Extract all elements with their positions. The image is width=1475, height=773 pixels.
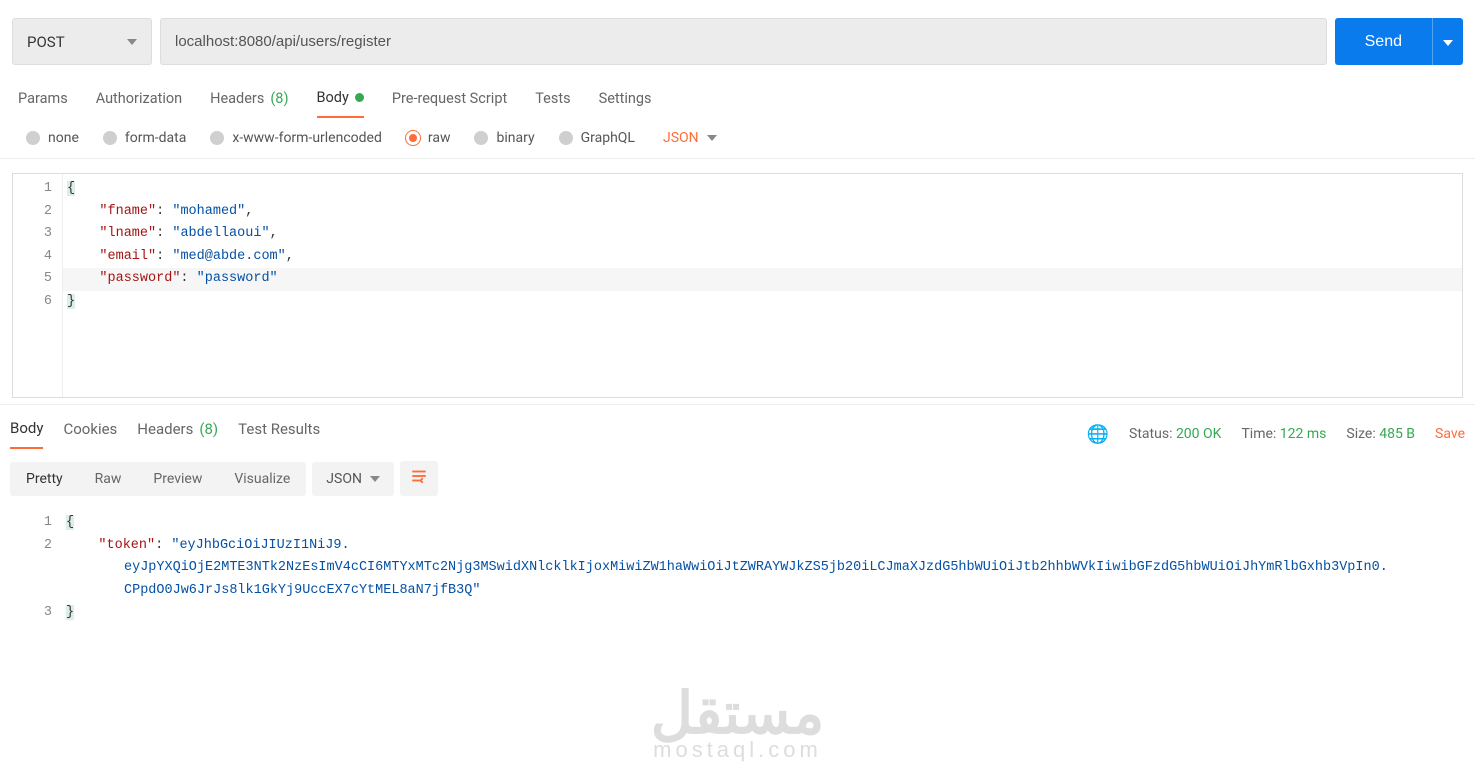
status-label: Status: [1129, 426, 1172, 442]
line-number: 4 [13, 246, 52, 269]
body-indicator-icon [355, 93, 364, 102]
line-number: 2 [12, 535, 52, 558]
chevron-down-icon [370, 476, 380, 482]
body-type-formdata[interactable]: form-data [103, 130, 186, 146]
editor-code-area[interactable]: { "fname": "mohamed", "lname": "abdellao… [63, 174, 1462, 397]
request-tabs: Params Authorization Headers (8) Body Pr… [0, 75, 1475, 118]
body-type-raw-label: raw [428, 130, 451, 146]
response-tab-body[interactable]: Body [10, 419, 43, 449]
response-gutter: 1 2 3 [12, 508, 62, 625]
chevron-down-icon [1443, 40, 1453, 46]
watermark-arabic: مستقل [651, 685, 825, 743]
line-number: 2 [13, 201, 52, 224]
time-value: 122 ms [1280, 426, 1327, 442]
tab-body-label: Body [317, 89, 349, 106]
response-tab-headers[interactable]: Headers (8) [137, 419, 218, 449]
body-type-none[interactable]: none [26, 130, 79, 146]
http-method-select[interactable]: POST [12, 18, 152, 65]
response-meta: 🌐 Status: 200 OK Time: 122 ms Size: 485 … [1087, 424, 1465, 445]
tab-params[interactable]: Params [18, 89, 68, 118]
body-format-label: JSON [663, 130, 699, 146]
body-type-formdata-label: form-data [125, 130, 186, 146]
editor-gutter: 1 2 3 4 5 6 [13, 174, 63, 397]
response-view-group: Pretty Raw Preview Visualize [10, 462, 306, 496]
response-body-viewer[interactable]: 1 2 3 { "token": "eyJhbGciOiJIUzI1NiJ9. … [12, 508, 1463, 625]
code-line: "password": "password" [63, 268, 1462, 291]
code-line: "email": "med@abde.com", [63, 246, 1462, 269]
code-line: { [62, 512, 1463, 535]
line-number: 1 [13, 178, 52, 201]
body-type-graphql-label: GraphQL [581, 130, 635, 146]
code-line: } [62, 602, 1463, 625]
watermark: مستقل mostaql.com [651, 685, 825, 763]
request-body-editor[interactable]: 1 2 3 4 5 6 { "fname": "mohamed", "lname… [12, 173, 1463, 398]
radio-icon [474, 131, 488, 145]
response-tabs: Body Cookies Headers (8) Test Results [10, 419, 320, 449]
radio-icon [559, 131, 573, 145]
body-type-urlencoded[interactable]: x-www-form-urlencoded [210, 130, 382, 146]
response-tab-cookies[interactable]: Cookies [63, 419, 117, 449]
body-type-none-label: none [48, 130, 79, 146]
body-type-urlencoded-label: x-www-form-urlencoded [232, 130, 382, 146]
view-pretty-button[interactable]: Pretty [10, 462, 79, 496]
radio-icon [103, 131, 117, 145]
body-type-raw[interactable]: raw [406, 130, 451, 146]
wrap-icon [410, 467, 428, 485]
send-button[interactable]: Send [1335, 18, 1432, 65]
response-format-select[interactable]: JSON [312, 462, 394, 496]
tab-tests[interactable]: Tests [535, 89, 570, 118]
http-method-label: POST [27, 33, 65, 51]
line-number: 1 [12, 512, 52, 535]
response-code-area: { "token": "eyJhbGciOiJIUzI1NiJ9. eyJpYX… [62, 508, 1463, 625]
wrap-lines-button[interactable] [400, 461, 438, 496]
time-label: Time: [1241, 426, 1276, 442]
code-line: "fname": "mohamed", [63, 201, 1462, 224]
response-headers-count: (8) [199, 420, 218, 438]
url-input[interactable] [160, 18, 1327, 65]
globe-icon[interactable]: 🌐 [1087, 424, 1109, 445]
code-line: "lname": "abdellaoui", [63, 223, 1462, 246]
tab-prerequest[interactable]: Pre-request Script [392, 89, 507, 118]
tab-settings[interactable]: Settings [599, 89, 652, 118]
line-number: 6 [13, 291, 52, 314]
line-number: 5 [13, 268, 52, 291]
body-type-binary[interactable]: binary [474, 130, 534, 146]
save-response-button[interactable]: Save [1435, 426, 1465, 442]
radio-icon [210, 131, 224, 145]
tab-authorization[interactable]: Authorization [96, 89, 182, 118]
view-preview-button[interactable]: Preview [137, 462, 218, 496]
body-type-graphql[interactable]: GraphQL [559, 130, 635, 146]
headers-count: (8) [270, 90, 288, 107]
chevron-down-icon [707, 135, 717, 141]
tab-headers-label: Headers [210, 90, 264, 107]
tab-headers[interactable]: Headers (8) [210, 89, 288, 118]
response-tab-testresults[interactable]: Test Results [238, 419, 320, 449]
view-raw-button[interactable]: Raw [79, 462, 138, 496]
radio-checked-icon [406, 131, 420, 145]
line-number: 3 [12, 602, 52, 625]
code-line: } [63, 291, 1462, 314]
line-number: 3 [13, 223, 52, 246]
code-line: { [63, 178, 1462, 201]
send-options-button[interactable] [1432, 18, 1463, 65]
radio-icon [26, 131, 40, 145]
size-label: Size: [1346, 426, 1375, 442]
body-format-select[interactable]: JSON [663, 130, 717, 146]
watermark-english: mostaql.com [651, 737, 825, 763]
body-type-binary-label: binary [496, 130, 534, 146]
response-toolbar: Pretty Raw Preview Visualize JSON [0, 449, 1475, 508]
status-value: 200 OK [1176, 426, 1222, 442]
response-tab-headers-label: Headers [137, 420, 193, 438]
code-line: "token": "eyJhbGciOiJIUzI1NiJ9. eyJpYXQi… [62, 535, 1463, 603]
tab-body[interactable]: Body [317, 89, 364, 118]
response-format-label: JSON [326, 471, 362, 487]
size-value: 485 B [1379, 426, 1415, 442]
view-visualize-button[interactable]: Visualize [218, 462, 306, 496]
body-type-selector: none form-data x-www-form-urlencoded raw… [0, 118, 1475, 159]
chevron-down-icon [127, 39, 137, 45]
